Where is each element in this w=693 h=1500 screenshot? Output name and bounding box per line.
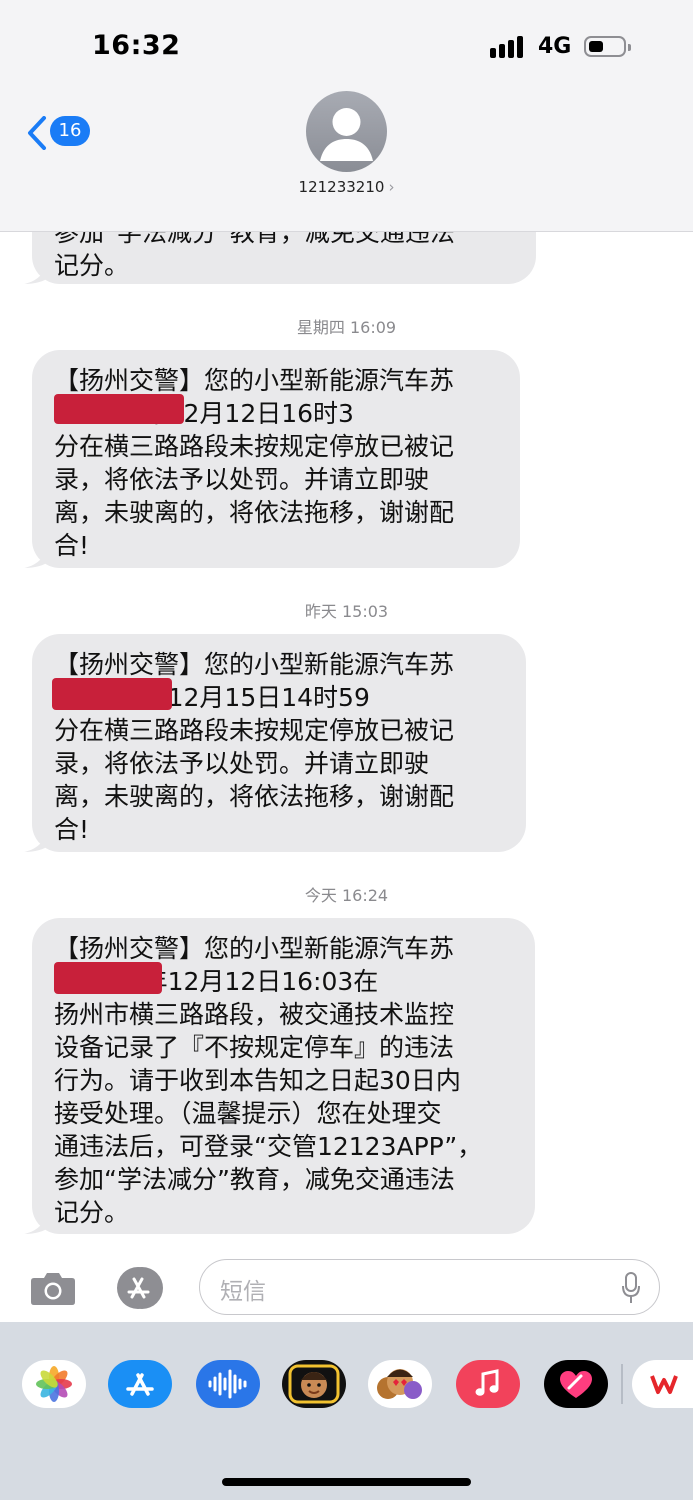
- photos-icon[interactable]: [22, 1360, 86, 1408]
- bubble-tail: [24, 262, 48, 284]
- battery-icon: [584, 36, 631, 57]
- redaction-mark: [54, 962, 162, 994]
- chevron-right-icon: ›: [388, 178, 395, 196]
- message-text: 参加“学法减分”教育，减免交通违法 记分。: [54, 232, 455, 280]
- music-icon[interactable]: [456, 1360, 520, 1408]
- memoji-icon[interactable]: [282, 1360, 346, 1408]
- bubble-tail: [24, 830, 48, 852]
- message-bubble[interactable]: 【扬州交警】您的小型新能源汽车苏 于2024年12月15日14时59 分在横三路…: [24, 634, 526, 852]
- contact-avatar[interactable]: [306, 91, 387, 172]
- imessage-app-drawer: [0, 1322, 693, 1500]
- memoji-stickers-icon[interactable]: [368, 1360, 432, 1408]
- contact-number: 121233210: [298, 178, 385, 196]
- message-bubble[interactable]: 【扬州交警】您的小型新能源汽车苏 于2024年12月12日16时3 分在横三路路…: [24, 350, 520, 568]
- message-timestamp: 昨天 15:03: [304, 602, 389, 621]
- audio-message-icon[interactable]: [196, 1360, 260, 1408]
- app-store-icon[interactable]: [108, 1360, 172, 1408]
- conversation-header: 16:32 4G 16 121233210 ›: [0, 0, 693, 232]
- app-drawer-divider: [621, 1364, 623, 1404]
- redaction-mark: [52, 678, 172, 710]
- status-time: 16:32: [92, 30, 181, 61]
- chevron-left-icon: [28, 116, 46, 150]
- bubble-tail: [24, 546, 48, 568]
- wps-icon[interactable]: [632, 1360, 693, 1408]
- home-indicator[interactable]: [222, 1478, 471, 1486]
- unread-count-badge: 16: [50, 116, 90, 146]
- bubble-tail: [24, 1212, 48, 1234]
- message-bubble[interactable]: 【扬州交警】您的小型新能源汽车苏 于2024年12月12日16:03在 扬州市横…: [24, 918, 535, 1234]
- camera-button[interactable]: [30, 1270, 76, 1306]
- network-type: 4G: [538, 34, 572, 59]
- message-timestamp: 今天 16:24: [304, 886, 389, 905]
- person-icon: [320, 108, 373, 161]
- microphone-icon[interactable]: [621, 1272, 641, 1304]
- message-bubble[interactable]: 参加“学法减分”教育，减免交通违法 记分。: [24, 232, 536, 284]
- back-button[interactable]: 16: [26, 114, 96, 150]
- message-input[interactable]: 短信: [199, 1259, 660, 1315]
- camera-icon: [31, 1273, 75, 1305]
- contact-name[interactable]: 121233210 ›: [0, 178, 693, 196]
- digital-touch-icon[interactable]: [544, 1360, 608, 1408]
- message-timestamp: 星期四 16:09: [296, 318, 397, 337]
- app-store-icon: [117, 1267, 163, 1309]
- cellular-signal-icon: [490, 34, 530, 58]
- message-input-placeholder: 短信: [220, 1279, 266, 1305]
- compose-bar: 短信: [0, 1256, 693, 1322]
- redaction-mark: [54, 394, 184, 424]
- app-store-button[interactable]: [112, 1266, 170, 1310]
- message-list[interactable]: 参加“学法减分”教育，减免交通违法 记分。 星期四 16:09 【扬州交警】您的…: [0, 232, 693, 1262]
